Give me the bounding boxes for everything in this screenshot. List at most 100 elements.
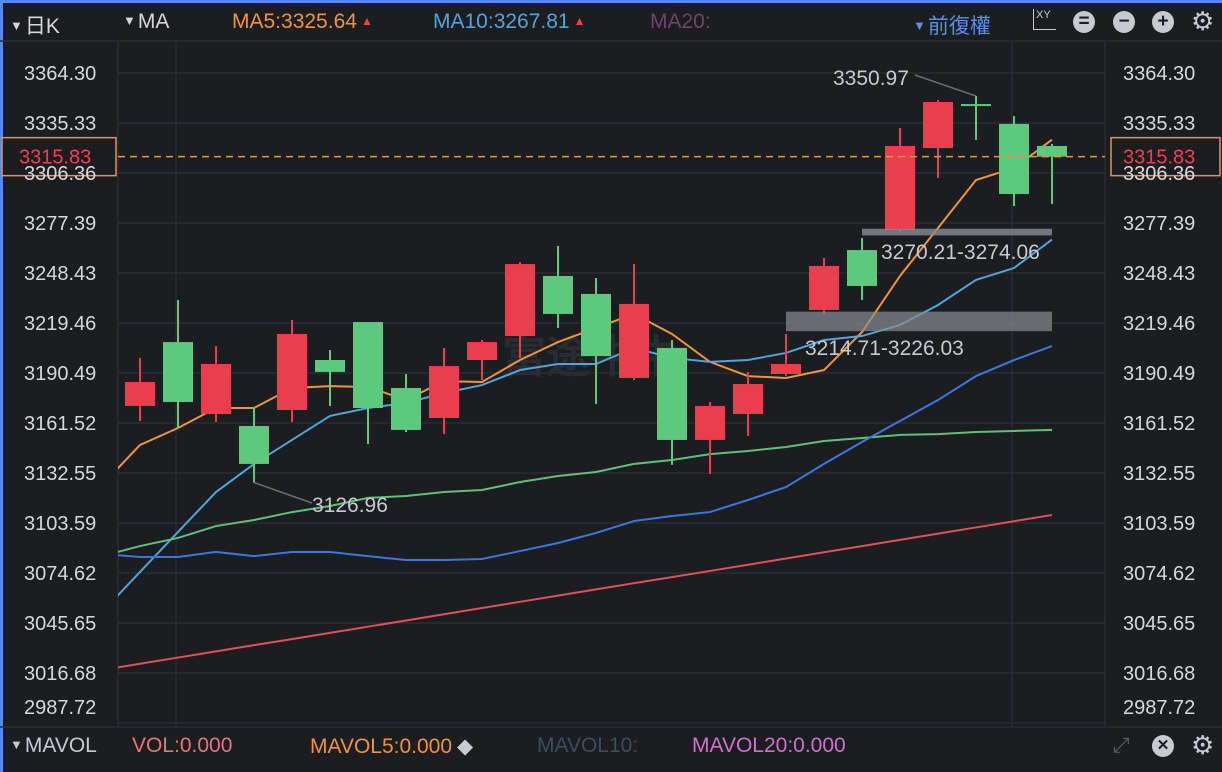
chart-header: ▼日K ▼MA MA5:3325.64 ▲ MA10:3267.81 ▲ MA20:… [0, 3, 1222, 41]
candle-body [239, 425, 269, 464]
candle-body [353, 322, 383, 409]
candle-body [125, 381, 155, 406]
vol-value: VOL:0.000 [132, 734, 233, 757]
y-axis-tick-left: 3045.65 [24, 613, 96, 635]
candle-body [429, 366, 459, 419]
candle-body [505, 264, 535, 337]
candle [581, 278, 611, 405]
candle [125, 357, 155, 421]
max-price-label: 3350.97 [833, 67, 909, 90]
y-axis-tick-left: 3132.55 [24, 463, 96, 485]
candle-body [543, 275, 573, 314]
period-label: 日K [24, 15, 60, 38]
candle [391, 374, 421, 432]
candlestick-chart[interactable]: 富途牛牛 3214.71-3226.033270.21-3274.063350.… [0, 0, 1222, 772]
candle [1037, 143, 1067, 204]
mavol20-value: MAVOL20:0.000 [692, 734, 846, 757]
y-axis-tick-left: 3103.59 [24, 513, 96, 535]
candle-body [809, 265, 839, 310]
y-axis-tick-left: 3277.39 [24, 213, 96, 235]
mavol-label: MAVOL [24, 734, 97, 757]
candle [695, 401, 725, 474]
mavol-selector[interactable]: ▼MAVOL [10, 734, 97, 758]
y-axis-tick-right: 3161.52 [1123, 413, 1195, 435]
y-axis-tick-right: 2987.72 [1123, 697, 1195, 719]
ma5-label: MA5:3325.64 [232, 10, 357, 33]
candle [885, 128, 915, 232]
y-axis-tick-left: 3016.68 [24, 663, 96, 685]
chevron-down-icon: ▼ [123, 13, 136, 28]
candle [315, 350, 345, 406]
zoom-in-icon[interactable]: + [1152, 11, 1174, 33]
mavol5-label: MAVOL5:0.000 [310, 735, 453, 758]
period-selector[interactable]: ▼日K [10, 10, 60, 40]
candle-body [771, 363, 801, 375]
candle-body [619, 303, 649, 378]
y-axis-tick-left: 3306.36 [24, 163, 96, 185]
y-axis-tick-right: 3219.46 [1123, 313, 1195, 335]
candle-body [999, 123, 1029, 194]
close-icon[interactable]: ✕ [1152, 735, 1174, 757]
candle-body [201, 363, 231, 415]
candle-body [923, 101, 953, 149]
ma10-label: MA10:3267.81 [433, 10, 570, 33]
ma10-value: MA10:3267.81 ▲ [433, 10, 586, 34]
volume-indicator-bar: ▼MAVOL VOL:0.000 MAVOL5:0.000 ◆ MAVOL10: … [0, 727, 1222, 765]
max-leader-line [914, 74, 977, 97]
adjust-label: 前復權 [927, 15, 991, 38]
xy-axis-icon[interactable]: XY [1033, 9, 1056, 30]
candle [961, 96, 991, 140]
candle [353, 322, 383, 445]
diamond-icon: ◆ [457, 735, 474, 758]
y-axis-tick-right: 3277.39 [1123, 213, 1195, 235]
ma5-value: MA5:3325.64 ▲ [232, 10, 373, 34]
gap-zone-1 [786, 311, 1052, 332]
equal-zoom-icon[interactable]: = [1073, 11, 1095, 33]
candle [999, 115, 1029, 207]
chevron-down-icon: ▼ [10, 18, 23, 33]
ma-line-ma10 [118, 238, 1053, 597]
indicator-selector[interactable]: ▼MA [123, 10, 169, 34]
y-axis-tick-left: 2987.72 [24, 697, 96, 719]
min-leader-line [253, 481, 313, 504]
mavol10-value: MAVOL10: [537, 734, 639, 757]
up-triangle-icon: ▲ [573, 14, 586, 28]
y-axis-tick-right: 3016.68 [1123, 663, 1195, 685]
candle-body [163, 342, 193, 402]
candle-body [277, 333, 307, 411]
candle [543, 245, 573, 328]
y-axis-tick-left: 3074.62 [24, 563, 96, 585]
candle [277, 319, 307, 422]
y-axis-tick-right: 3190.49 [1123, 363, 1195, 385]
candle [163, 299, 193, 429]
candle [923, 99, 953, 178]
y-axis-tick-left: 3364.30 [24, 63, 96, 85]
y-axis-tick-right: 3074.62 [1123, 563, 1195, 585]
candle [847, 237, 877, 300]
candle [467, 340, 497, 381]
candle-body [961, 104, 991, 107]
candle-body [885, 146, 915, 231]
candle-body [657, 347, 687, 440]
adjust-selector[interactable]: ▼前復權 [913, 10, 991, 40]
y-axis-tick-left: 3219.46 [24, 313, 96, 335]
gap-label-2: 3270.21-3274.06 [881, 241, 1040, 264]
ma20-value: MA20: [650, 10, 711, 33]
candle-body [1037, 146, 1067, 157]
gap-label-1: 3214.71-3226.03 [805, 337, 964, 360]
y-axis-tick-right: 3364.30 [1123, 63, 1195, 85]
y-axis-tick-left: 3248.43 [24, 263, 96, 285]
candle [733, 371, 763, 436]
y-axis-tick-right: 3132.55 [1123, 463, 1195, 485]
candle-body [467, 342, 497, 361]
mavol5-value: MAVOL5:0.000 ◆ [310, 734, 473, 759]
expand-icon[interactable]: ⤢ [1113, 734, 1130, 758]
candle [429, 347, 459, 435]
gear-icon[interactable]: ⚙ [1191, 730, 1214, 761]
zoom-out-icon[interactable]: − [1113, 11, 1135, 33]
gap-zone-2 [862, 228, 1052, 236]
chevron-down-icon: ▼ [10, 737, 23, 752]
y-axis-tick-left: 3161.52 [24, 413, 96, 435]
gear-icon[interactable]: ⚙ [1191, 6, 1214, 37]
candle-body [733, 384, 763, 415]
